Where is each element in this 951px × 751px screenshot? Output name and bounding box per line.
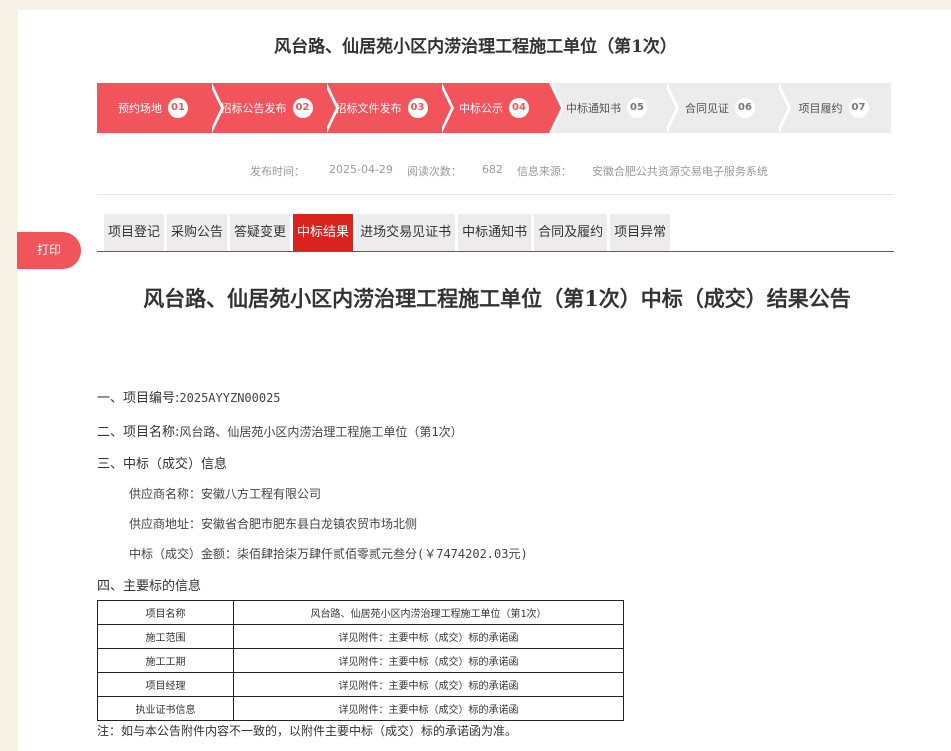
table-row: 施工范围 详见附件：主要中标（成交）标的承诺函 — [97, 624, 624, 649]
tab-qa-changes[interactable]: 答疑变更 — [230, 214, 291, 251]
project-name-value: 风台路、仙居苑小区内涝治理工程施工单位（第1次） — [179, 425, 463, 439]
project-number-label: 一、项目编号: — [97, 391, 180, 406]
progress-steps: 预约场地 01 招标公告发布 02 招标文件发布 03 中标公示 04 中标通知… — [97, 83, 891, 133]
step-7: 项目履约 07 — [776, 83, 891, 133]
tab-bar: 项目登记 采购公告 答疑变更 中标结果 进场交易见证书 中标通知书 合同及履约 … — [104, 214, 671, 251]
tab-underline — [97, 251, 894, 252]
source-label: 信息来源： — [516, 165, 572, 178]
views-label: 阅读次数： — [406, 165, 462, 178]
step-label: 中标公示 — [459, 102, 503, 115]
tab-project-exception[interactable]: 项目异常 — [610, 214, 671, 251]
tab-award-notice[interactable]: 中标通知书 — [458, 214, 532, 251]
tab-award-result[interactable]: 中标结果 — [293, 214, 354, 251]
step-label: 中标通知书 — [566, 102, 621, 115]
supplier-address: 供应商地址：安徽省合肥市肥东县白龙镇农贸市场北侧 — [129, 517, 418, 531]
table-key: 项目经理 — [97, 672, 234, 697]
tab-procurement-notice[interactable]: 采购公告 — [167, 214, 228, 251]
source-value: 安徽合肥公共资源交易电子服务系统 — [591, 165, 768, 178]
main-target-heading: 四、主要标的信息 — [97, 579, 202, 594]
step-2: 招标公告发布 02 — [209, 83, 339, 133]
table-value: 详见附件：主要中标（成交）标的承诺函 — [233, 624, 624, 649]
step-number: 02 — [292, 98, 313, 118]
step-6: 合同见证 06 — [664, 83, 791, 133]
step-4: 中标公示 04 — [439, 83, 564, 133]
step-number: 03 — [407, 98, 428, 118]
article-meta: 发布时间： 2025-04-29 阅读次数： 682 信息来源： 安徽合肥公共资… — [250, 163, 768, 179]
step-number: 04 — [509, 98, 529, 118]
step-1: 预约场地 01 — [97, 83, 224, 133]
table-value: 详见附件：主要中标（成交）标的承诺函 — [233, 672, 624, 697]
table-key: 施工工期 — [97, 648, 234, 673]
table-row: 项目名称 风台路、仙居苑小区内涝治理工程施工单位（第1次） — [97, 600, 624, 625]
step-label: 合同见证 — [685, 102, 729, 115]
step-number: 01 — [168, 98, 188, 118]
table-key: 项目名称 — [97, 600, 234, 625]
step-label: 招标文件发布 — [335, 102, 402, 115]
footnote: 注：如与本公告附件内容不一致的，以附件主要中标（成交）标的承诺函为准。 — [97, 724, 518, 738]
step-number: 07 — [848, 98, 869, 118]
page-title: 风台路、仙居苑小区内涝治理工程施工单位（第1次） — [274, 37, 677, 57]
award-info-heading: 三、中标（成交）信息 — [97, 457, 228, 472]
step-label: 招标公告发布 — [220, 102, 287, 115]
step-label: 项目履约 — [798, 102, 843, 115]
table-row: 施工工期 详见附件：主要中标（成交）标的承诺函 — [97, 648, 624, 673]
table-value: 详见附件：主要中标（成交）标的承诺函 — [233, 696, 624, 721]
publish-time-label: 发布时间： — [250, 165, 305, 178]
step-number: 06 — [735, 98, 755, 118]
project-number-line: 一、项目编号:2025AYYZN00025 — [97, 387, 281, 406]
publish-time-value: 2025-04-29 — [329, 163, 393, 176]
step-number: 05 — [627, 98, 647, 118]
project-name-line: 二、项目名称:风台路、仙居苑小区内涝治理工程施工单位（第1次） — [97, 421, 463, 440]
meta-divider — [97, 194, 894, 195]
tab-project-registration[interactable]: 项目登记 — [104, 214, 165, 251]
print-button[interactable]: 打印 — [17, 232, 81, 269]
table-value: 风台路、仙居苑小区内涝治理工程施工单位（第1次） — [233, 600, 624, 625]
target-info-table: 项目名称 风台路、仙居苑小区内涝治理工程施工单位（第1次） 施工范围 详见附件：… — [97, 600, 624, 721]
project-name-label: 二、项目名称: — [97, 425, 180, 440]
announcement-title: 风台路、仙居苑小区内涝治理工程施工单位（第1次）中标（成交）结果公告 — [143, 286, 851, 311]
views-value: 682 — [481, 163, 503, 176]
step-3: 招标文件发布 03 — [324, 83, 454, 133]
table-key: 施工范围 — [97, 624, 234, 649]
tab-transaction-certificate[interactable]: 进场交易见证书 — [356, 214, 456, 251]
step-5: 中标通知书 05 — [549, 83, 679, 133]
award-amount: 中标（成交）金额：柒佰肆拾柒万肆仟贰佰零贰元叁分(￥7474202.03元) — [129, 547, 528, 561]
table-value: 详见附件：主要中标（成交）标的承诺函 — [233, 648, 624, 673]
tab-contract-performance[interactable]: 合同及履约 — [534, 214, 608, 251]
table-row: 执业证书信息 详见附件：主要中标（成交）标的承诺函 — [97, 696, 624, 721]
project-number-value: 2025AYYZN00025 — [179, 391, 281, 405]
supplier-name: 供应商名称：安徽八方工程有限公司 — [129, 487, 322, 501]
table-key: 执业证书信息 — [97, 696, 234, 721]
step-label: 预约场地 — [118, 102, 162, 115]
table-row: 项目经理 详见附件：主要中标（成交）标的承诺函 — [97, 672, 624, 697]
